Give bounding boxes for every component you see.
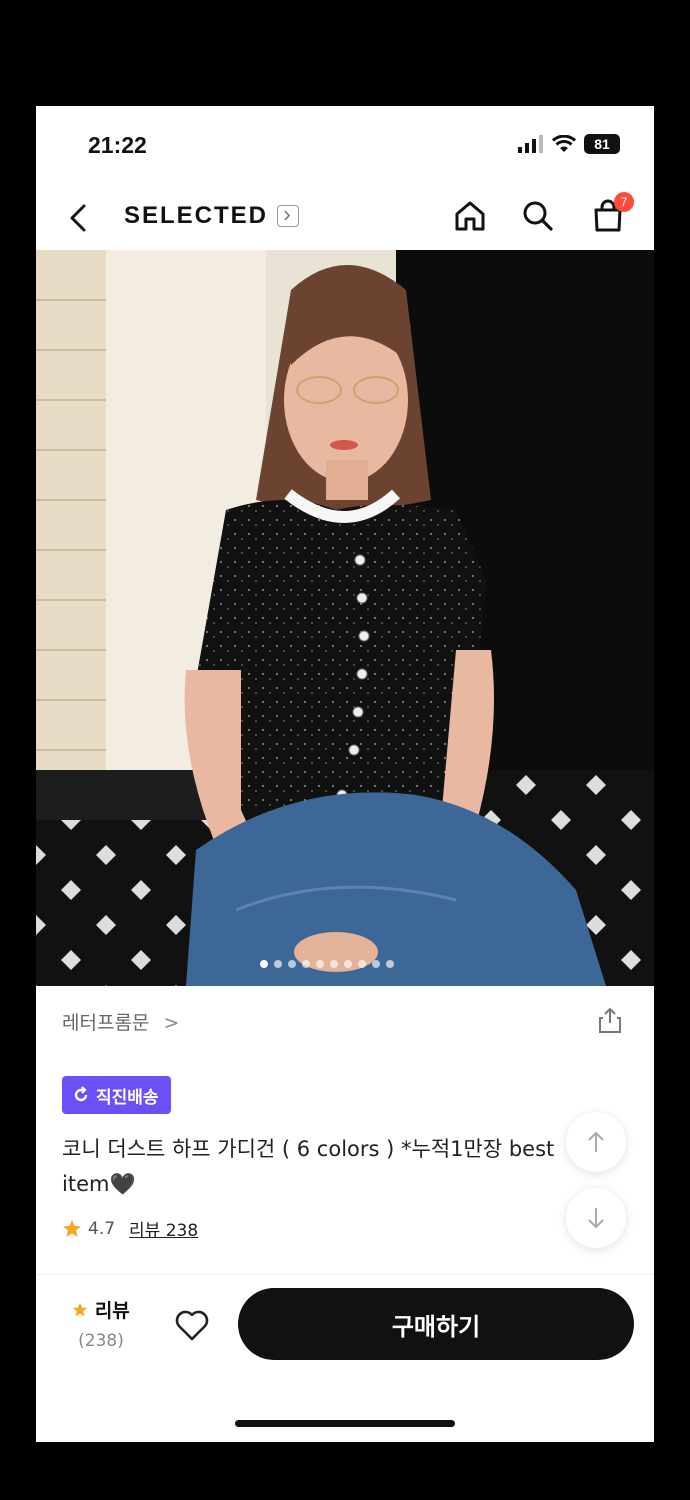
review-summary-button[interactable]: 리뷰 (238) (66, 1296, 136, 1351)
chevron-right-icon: > (163, 1012, 180, 1034)
carousel-dot[interactable] (260, 960, 268, 968)
product-photo (36, 250, 654, 986)
brand-chevron-icon[interactable] (277, 205, 299, 227)
status-time: 21:22 (88, 132, 147, 158)
home-icon[interactable] (452, 198, 488, 234)
direct-delivery-icon (74, 1086, 88, 1102)
carousel-dot[interactable] (386, 960, 394, 968)
review-count: (238) (78, 1331, 124, 1351)
carousel-dot[interactable] (316, 960, 324, 968)
carousel-dot[interactable] (372, 960, 380, 968)
carousel-dot[interactable] (274, 960, 282, 968)
store-link[interactable]: 레터프롬문 > (62, 1008, 179, 1035)
rating-row: 4.7 리뷰 238 (62, 1216, 198, 1241)
carousel-dot[interactable] (358, 960, 366, 968)
battery-icon: 81 (584, 134, 620, 154)
scroll-up-button[interactable] (566, 1112, 626, 1172)
store-name: 레터프롬문 (62, 1012, 150, 1034)
rating-value: 4.7 (88, 1218, 116, 1239)
review-count-link[interactable]: 리뷰 238 (129, 1216, 198, 1241)
signal-icon (518, 135, 543, 153)
scroll-down-button[interactable] (566, 1188, 626, 1248)
carousel-indicator (260, 960, 394, 968)
star-icon (63, 1219, 81, 1237)
delivery-badge-label: 직진배송 (96, 1087, 159, 1108)
share-icon[interactable] (596, 1006, 624, 1034)
arrow-up-icon (588, 1131, 604, 1152)
carousel-dot[interactable] (330, 960, 338, 968)
arrow-down-icon (588, 1208, 604, 1229)
carousel-dot[interactable] (344, 960, 352, 968)
buy-button[interactable]: 구매하기 (238, 1288, 634, 1360)
home-indicator (235, 1420, 455, 1427)
carousel-dot[interactable] (302, 960, 310, 968)
review-label: 리뷰 (94, 1300, 130, 1322)
status-icons: 81 (518, 134, 620, 154)
back-icon[interactable] (64, 198, 96, 238)
cart-count-badge: 7 (614, 192, 634, 212)
status-bar: 21:22 81 (36, 106, 654, 186)
brand-logo[interactable]: SELECTED (124, 202, 268, 230)
star-icon (73, 1302, 88, 1317)
wifi-icon (552, 135, 576, 152)
phone-screen: 21:22 81 SELECTED 7 레터프롬문 > 직진배송 코니 더스트 … (36, 106, 654, 1442)
product-image[interactable] (36, 250, 654, 986)
carousel-dot[interactable] (288, 960, 296, 968)
heart-icon[interactable] (174, 1308, 210, 1342)
top-nav: SELECTED (36, 186, 654, 250)
delivery-badge: 직진배송 (62, 1076, 171, 1114)
product-title: 코니 더스트 하프 가디건 ( 6 colors ) *누적1만장 best i… (62, 1137, 555, 1196)
search-icon[interactable] (520, 198, 556, 234)
divider (36, 1274, 654, 1275)
